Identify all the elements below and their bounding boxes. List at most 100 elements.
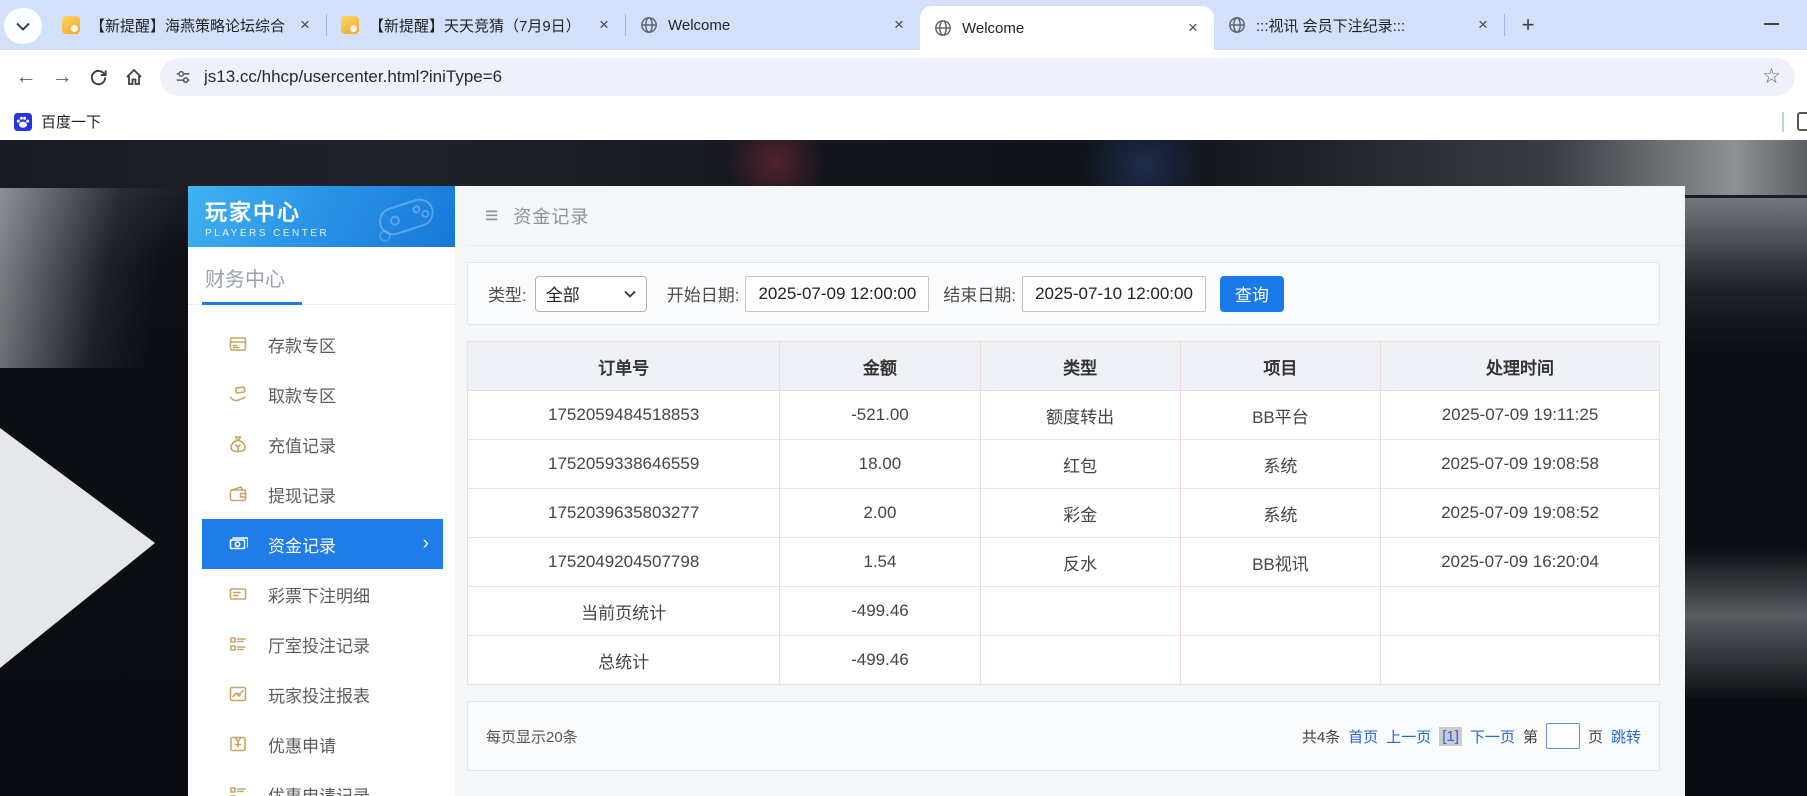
close-icon[interactable]: × [1472,14,1494,36]
close-icon[interactable]: × [888,14,910,36]
close-icon[interactable]: × [1182,17,1204,39]
sidebar-item-player-bet-report[interactable]: 玩家投注报表 [202,669,443,719]
reload-button[interactable] [80,59,116,95]
side-panel-icon[interactable] [1797,112,1807,131]
sidebar-item-promo-apply[interactable]: 优惠申请 [202,719,443,769]
sidebar-item-withdrawal-record[interactable]: 提现记录 [202,469,443,519]
sidebar-item-lottery-bet-detail[interactable]: 彩票下注明细 [202,569,443,619]
forward-button[interactable]: → [44,59,80,95]
col-project: 项目 [1179,341,1382,391]
pagination-controls: 共4条 首页 上一页 [1] 下一页 第 页 跳转 [1294,723,1641,749]
cell-time: 2025-07-09 19:11:25 [1380,390,1660,440]
tab-forum[interactable]: 【新提醒】海燕策略论坛综合交 × [48,0,326,50]
cell-empty [979,635,1181,685]
table-row-page-total: 当前页统计 -499.46 [467,586,1660,636]
chart-icon [228,684,248,704]
coupon-icon [228,734,248,754]
page-header: ≡ 资金记录 [467,186,1685,246]
end-date-input[interactable]: 2025-07-10 12:00:00 [1022,275,1206,312]
current-page-badge: [1] [1439,726,1462,746]
sidebar-item-withdraw[interactable]: 取款专区 [202,369,443,419]
sidebar-item-label: 资金记录 [268,536,336,556]
page-jump-input[interactable] [1545,723,1580,749]
sidebar-item-label: 取款专区 [268,386,336,406]
sidebar-item-hall-bet-record[interactable]: 厅室投注记录 [202,619,443,669]
chat-icon [62,16,80,34]
chevron-right-icon: › [422,533,429,554]
window-minimize-button[interactable] [1764,23,1779,25]
close-icon[interactable]: × [593,14,615,36]
filter-bar: 类型: 全部 开始日期: 2025-07-09 12:00:00 结束日期: 2… [467,262,1660,325]
sidebar-item-label: 彩票下注明细 [268,586,370,606]
tab-welcome-1[interactable]: Welcome × [626,0,920,50]
browser-window: 【新提醒】海燕策略论坛综合交 × 【新提醒】天天竞猜（7月9日） × Welco… [0,0,1807,796]
cell-time: 2025-07-09 16:20:04 [1380,537,1660,587]
url-text: js13.cc/hhcp/usercenter.html?iniType=6 [204,66,503,86]
tab-title: 【新提醒】海燕策略论坛综合交 [90,17,286,35]
cell-type: 额度转出 [979,390,1181,440]
col-type: 类型 [979,341,1181,391]
tabs: 【新提醒】海燕策略论坛综合交 × 【新提醒】天天竞猜（7月9日） × Welco… [48,0,1543,50]
site-settings-icon [176,70,190,83]
table-row: 1752049204507798 1.54 反水 BB视讯 2025-07-09… [467,537,1660,587]
cell-label: 总统计 [467,635,781,685]
cell-amount: 1.54 [779,537,981,587]
per-page-text: 每页显示20条 [486,728,578,746]
tab-guess[interactable]: 【新提醒】天天竞猜（7月9日） × [327,0,625,50]
bookmark-label: 百度一下 [41,114,102,131]
background-glow [0,188,190,368]
cell-project: BB平台 [1179,390,1382,440]
search-button[interactable]: 查询 [1219,275,1284,312]
type-select[interactable]: 全部 [534,275,647,312]
tab-separator [1504,14,1505,36]
sidebar-item-label: 提现记录 [268,486,336,506]
start-date-label: 开始日期: [666,286,740,305]
sidebar-item-funds-record[interactable]: 资金记录 › [202,519,443,569]
home-button[interactable] [116,59,152,95]
start-date-input[interactable]: 2025-07-09 12:00:00 [745,275,930,312]
first-page-link[interactable]: 首页 [1348,726,1378,747]
hand-money-icon [228,384,248,404]
sidebar-item-label: 充值记录 [268,436,336,456]
next-page-link[interactable]: 下一页 [1470,726,1515,747]
jump-link[interactable]: 跳转 [1611,726,1641,747]
bookmarks-bar: 百度一下 [0,103,1807,140]
address-bar[interactable]: js13.cc/hhcp/usercenter.html?iniType=6 ☆ [160,57,1795,96]
sidebar-item-label: 存款专区 [268,336,336,356]
reload-icon [90,69,107,86]
table-header-row: 订单号 金额 类型 项目 处理时间 [467,341,1660,391]
new-tab-button[interactable]: + [1513,10,1543,40]
table-row: 1752039635803277 2.00 彩金 系统 2025-07-09 1… [467,488,1660,538]
table-row-grand-total: 总统计 -499.46 [467,635,1660,685]
tab-title: Welcome [668,16,731,34]
sidebar-item-deposit[interactable]: 存款专区 [202,319,443,369]
cell-time: 2025-07-09 19:08:58 [1380,439,1660,489]
deposit-card-icon [228,334,248,354]
prev-page-link[interactable]: 上一页 [1386,726,1431,747]
sidebar-item-promo-apply-record[interactable]: 优惠申请记录 [202,769,443,796]
total-count: 共4条 [1301,728,1341,746]
bookmark-star-icon[interactable]: ☆ [1762,64,1781,89]
background-streak [1677,198,1807,348]
tab-welcome-2-active[interactable]: Welcome × [920,6,1214,50]
funds-table: 订单号 金额 类型 项目 处理时间 1752059484518853 -521.… [467,341,1660,685]
tab-search-button[interactable] [4,8,42,44]
globe-icon [641,17,657,33]
tab-video-records[interactable]: :::视讯 会员下注纪录::: × [1214,0,1504,50]
cell-empty [979,586,1181,636]
bookmark-baidu[interactable]: 百度一下 [14,111,101,132]
tab-title: Welcome [962,19,1025,37]
money-bag-icon [228,434,248,454]
list-icon [228,784,248,796]
cell-project: 系统 [1179,488,1382,538]
sidebar-item-recharge-record[interactable]: 充值记录 [202,419,443,469]
tab-title: :::视讯 会员下注纪录::: [1256,17,1406,35]
cell-type: 红包 [979,439,1181,489]
table-row: 1752059484518853 -521.00 额度转出 BB平台 2025-… [467,390,1660,440]
globe-icon [935,20,951,36]
col-amount: 金额 [779,341,981,391]
close-icon[interactable]: × [294,14,316,36]
bookmarks-divider [1782,111,1784,132]
cell-amount: -499.46 [779,635,981,685]
back-button[interactable]: ← [8,59,44,95]
